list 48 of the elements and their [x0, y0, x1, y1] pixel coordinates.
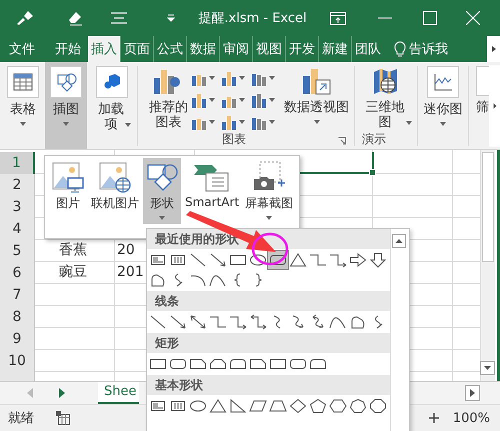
recommended-charts-button[interactable]: 推荐的图表 [142, 62, 190, 132]
button-label: 加载项 [98, 102, 124, 132]
button-label: 推荐的图表 [149, 100, 188, 130]
section-heading: 矩形 [147, 333, 390, 353]
zoom-level[interactable]: 100% [452, 410, 490, 426]
button-label: 三维地图 [366, 100, 405, 130]
row-number[interactable]: 10 [0, 350, 35, 373]
menu-item[interactable]: 屏幕截图 [243, 158, 296, 224]
window-title: 提醒.xlsm - Excel [198, 10, 307, 27]
pivot-chart-button[interactable]: 数据透视图 [283, 62, 350, 132]
row-number[interactable]: 9 [0, 328, 35, 351]
sparklines-button[interactable]: 迷你图 [422, 62, 464, 132]
filter-button[interactable]: 筛 [472, 62, 489, 132]
sheet-tab[interactable]: Shee [98, 382, 138, 404]
group-label: 演示 [362, 131, 386, 148]
ribbon-tab[interactable]: 文件 [6, 36, 38, 62]
tell-me-search[interactable]: 告诉我 [409, 40, 448, 58]
ribbon-tab[interactable]: 开始 [52, 36, 84, 62]
cell-text: 豌豆 [59, 264, 87, 280]
button-label: 数据透视图 [284, 100, 350, 115]
menu-item[interactable]: 图片 [49, 158, 87, 224]
illustrations-button[interactable]: 插图 [45, 62, 87, 149]
row-number[interactable]: 5 [0, 240, 35, 263]
row-number[interactable]: 6 [0, 262, 35, 285]
row-number[interactable]: 3 [0, 196, 35, 219]
menu-item[interactable]: 联机图片 [89, 158, 141, 224]
group-label: 图表 [222, 131, 246, 148]
row-number[interactable]: 8 [0, 306, 35, 329]
ribbon-tab[interactable]: 插入 [88, 36, 120, 62]
button-label: 表格 [10, 102, 36, 117]
menu-item[interactable]: 形状 [143, 158, 181, 224]
section-heading: 基本形状 [147, 375, 390, 395]
menu-item[interactable]: SmartArt [183, 158, 242, 224]
button-label: 筛 [476, 100, 489, 115]
button-label: 迷你图 [423, 102, 462, 117]
row-number[interactable]: 2 [0, 174, 35, 197]
button-label: 插图 [52, 102, 79, 117]
cell-text: 20 [117, 242, 135, 258]
row-number[interactable]: 4 [0, 218, 35, 241]
3d-map-button[interactable]: 三维地图 [358, 62, 413, 132]
row-number[interactable]: 7 [0, 284, 35, 307]
section-heading: 线条 [147, 291, 390, 311]
cell-text: 香蕉 [59, 242, 87, 258]
cell-text: 201 [117, 264, 144, 280]
table-button[interactable]: 表格 [5, 62, 41, 132]
status-text: 就绪 [8, 410, 34, 427]
add-ins-button[interactable]: 加载项 [90, 62, 133, 132]
row-number[interactable]: 1 [0, 152, 35, 175]
